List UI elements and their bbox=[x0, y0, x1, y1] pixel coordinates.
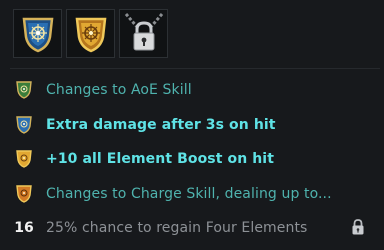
green-crest-icon bbox=[13, 79, 35, 101]
crest-slot-1[interactable] bbox=[13, 9, 62, 58]
effect-row-2: Extra damage after 3s on hit bbox=[13, 112, 373, 138]
crest-slot-3-locked[interactable] bbox=[119, 9, 168, 58]
padlock-chain-icon bbox=[124, 12, 163, 50]
effect-row-3: +10 all Element Boost on hit bbox=[13, 146, 373, 172]
effect-text-5: 25% chance to regain Four Elements bbox=[46, 220, 308, 236]
crest-slots bbox=[13, 9, 168, 58]
blue-crest-icon bbox=[13, 114, 35, 136]
effect-text-4: Changes to Charge Skill, dealing up to..… bbox=[46, 186, 332, 202]
effect-text-2: Extra damage after 3s on hit bbox=[46, 117, 276, 133]
element-effects-panel: Changes to AoE Skill Extra damage after … bbox=[0, 0, 384, 250]
divider bbox=[10, 68, 380, 69]
effect-row-1: Changes to AoE Skill bbox=[13, 77, 373, 103]
effect-text-1: Changes to AoE Skill bbox=[46, 82, 192, 98]
gold-crest-icon bbox=[13, 148, 35, 170]
orange-crest-icon bbox=[13, 183, 35, 205]
lock-icon bbox=[351, 218, 365, 240]
crest-slot-2[interactable] bbox=[66, 9, 115, 58]
effect-row-4: Changes to Charge Skill, dealing up to..… bbox=[13, 181, 373, 207]
effect-row-5-locked: 16 25% chance to regain Four Elements bbox=[13, 215, 373, 241]
gold-crest-icon bbox=[75, 17, 106, 52]
effect-text-3: +10 all Element Boost on hit bbox=[46, 151, 275, 167]
blue-crest-icon bbox=[22, 17, 53, 52]
level-requirement-badge: 16 bbox=[14, 220, 34, 236]
